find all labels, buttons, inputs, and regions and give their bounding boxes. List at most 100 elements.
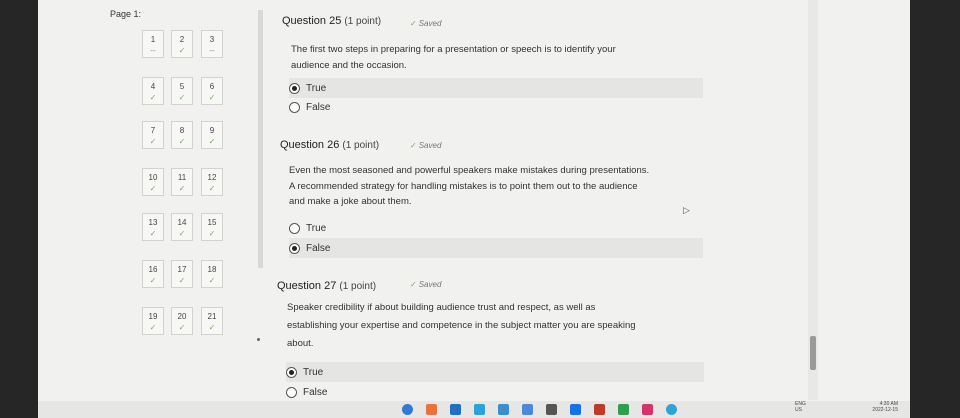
nav-cell-question-9[interactable]: 9 ✓	[201, 121, 223, 149]
answered-check-icon: ✓	[149, 276, 157, 285]
taskbar-app-icon[interactable]	[450, 404, 461, 415]
radio-button[interactable]	[289, 222, 300, 234]
answered-check-icon: ✓	[149, 184, 157, 193]
answered-check-icon: ✓	[178, 323, 186, 332]
taskbar-app-icon[interactable]	[498, 404, 509, 415]
nav-cell-question-11[interactable]: 11 ✓	[171, 168, 193, 196]
language-indicator[interactable]: ENG US	[795, 401, 806, 413]
nav-cell-question-5[interactable]: 5 ✓	[171, 77, 193, 105]
question-text-line: audience and the occasion.	[291, 59, 407, 71]
saved-check-icon: ✓	[410, 19, 417, 28]
question-text-line: and make a joke about them.	[289, 196, 412, 207]
saved-label: Saved	[418, 19, 442, 28]
answered-check-icon: ✓	[149, 93, 157, 102]
question-25-points: (1 point)	[344, 16, 382, 27]
radio-button[interactable]	[286, 366, 297, 378]
region-label: US	[795, 407, 802, 413]
question-26-text: Even the most seasoned and powerful spea…	[289, 163, 649, 210]
taskbar-app-icon[interactable]	[546, 404, 557, 415]
nav-cell-question-12[interactable]: 12 ✓	[201, 168, 223, 196]
taskbar-app-icon[interactable]	[522, 404, 533, 415]
nav-cell-question-19[interactable]: 19 ✓	[142, 307, 164, 335]
answered-check-icon: ✓	[178, 276, 186, 285]
taskbar-app-icon[interactable]	[618, 404, 629, 415]
question-27-option-false[interactable]: False	[286, 382, 704, 402]
radio-button[interactable]	[289, 242, 300, 254]
question-26-saved-status: ✓ Saved	[410, 141, 441, 150]
nav-cell-question-18[interactable]: 18 ✓	[201, 260, 223, 288]
radio-button[interactable]	[286, 386, 297, 398]
answered-check-icon: ✓	[208, 184, 216, 193]
option-label: True	[306, 222, 327, 234]
nav-cell-number: 7	[150, 126, 156, 135]
nav-cell-question-4[interactable]: 4 ✓	[142, 77, 164, 105]
nav-cell-question-8[interactable]: 8 ✓	[171, 121, 193, 149]
nav-cell-number: 17	[177, 265, 187, 274]
nav-cell-question-15[interactable]: 15 ✓	[201, 213, 223, 241]
saved-check-icon: ✓	[410, 141, 417, 150]
nav-cell-question-16[interactable]: 16 ✓	[142, 260, 164, 288]
taskbar-app-icon[interactable]	[426, 404, 437, 415]
nav-cell-number: 5	[179, 82, 185, 91]
option-label: False	[306, 101, 331, 113]
question-25-option-false[interactable]: False	[289, 97, 703, 117]
taskbar-app-icon[interactable]	[666, 404, 677, 415]
nav-cell-question-21[interactable]: 21 ✓	[201, 307, 223, 335]
answered-check-icon: ✓	[149, 323, 157, 332]
taskbar-app-icon[interactable]	[642, 404, 653, 415]
nav-cell-number: 10	[148, 173, 158, 182]
answered-check-icon: ✓	[208, 137, 216, 146]
option-label: True	[303, 366, 324, 378]
radio-button[interactable]	[289, 82, 300, 94]
answered-check-icon: ✓	[178, 229, 186, 238]
question-26-points: (1 point)	[342, 140, 380, 151]
option-label: False	[306, 242, 331, 254]
question-25-saved-status: ✓ Saved	[410, 19, 441, 28]
nav-cell-question-3[interactable]: 3 --	[201, 30, 223, 58]
nav-cell-question-1[interactable]: 1 --	[142, 30, 164, 58]
question-text-line: Speaker credibility if about building au…	[287, 302, 596, 313]
clock[interactable]: 4:30 AM 2022-12-15	[858, 401, 898, 413]
nav-cell-question-6[interactable]: 6 ✓	[201, 77, 223, 105]
saved-label: Saved	[418, 280, 442, 289]
nav-cell-number: 18	[207, 265, 217, 274]
nav-cell-number: 4	[150, 82, 156, 91]
radio-button[interactable]	[289, 101, 300, 113]
answered-check-icon: ✓	[178, 184, 186, 193]
saved-label: Saved	[418, 141, 442, 150]
nav-cell-question-14[interactable]: 14 ✓	[171, 213, 193, 241]
nav-cell-number: 15	[207, 218, 217, 227]
question-27-option-true[interactable]: True	[286, 362, 704, 382]
answered-check-icon: ✓	[208, 93, 216, 102]
question-text-line: about.	[287, 338, 314, 349]
taskbar-app-icon[interactable]	[474, 404, 485, 415]
answered-check-icon: ✓	[178, 93, 186, 102]
nav-cell-question-10[interactable]: 10 ✓	[142, 168, 164, 196]
unanswered-mark: --	[150, 46, 156, 55]
answered-check-icon: ✓	[178, 46, 186, 55]
taskbar-app-icon[interactable]	[570, 404, 581, 415]
taskbar-app-icon[interactable]	[594, 404, 605, 415]
nav-cell-question-2[interactable]: 2 ✓	[171, 30, 193, 58]
question-27-saved-status: ✓ Saved	[410, 280, 441, 289]
page-scrollbar-thumb[interactable]	[810, 336, 816, 370]
mouse-cursor-icon: ▷	[683, 205, 690, 215]
question-26-option-true[interactable]: True	[289, 218, 703, 238]
question-26-option-false[interactable]: False	[289, 238, 703, 258]
taskbar-app-icon[interactable]	[402, 404, 413, 415]
nav-cell-number: 3	[209, 35, 215, 44]
question-27-points: (1 point)	[339, 281, 377, 292]
clock-date: 2022-12-15	[872, 407, 898, 413]
question-25-option-true[interactable]: True	[289, 78, 703, 98]
nav-cell-number: 14	[177, 218, 187, 227]
nav-divider	[258, 10, 263, 268]
nav-cell-question-13[interactable]: 13 ✓	[142, 213, 164, 241]
question-25-number: Question 25	[282, 15, 342, 27]
nav-cell-number: 13	[148, 218, 158, 227]
nav-cell-number: 6	[209, 82, 215, 91]
nav-cell-question-17[interactable]: 17 ✓	[171, 260, 193, 288]
nav-cell-question-20[interactable]: 20 ✓	[171, 307, 193, 335]
question-26-title: Question 26 (1 point)	[280, 139, 379, 151]
nav-cell-question-7[interactable]: 7 ✓	[142, 121, 164, 149]
option-label: False	[303, 386, 328, 398]
